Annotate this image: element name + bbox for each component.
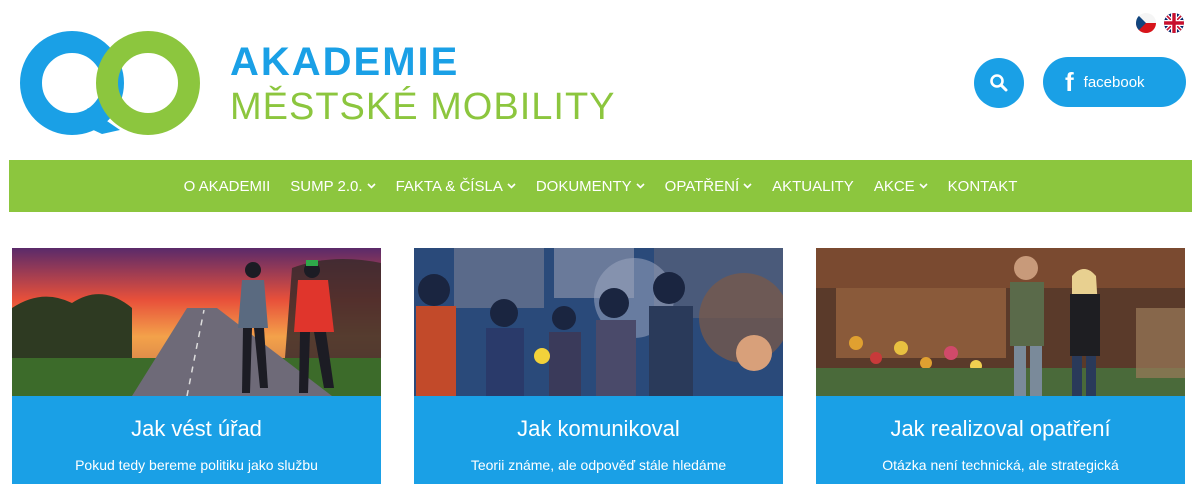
- brand-subtitle: MĚSTSKÉ MOBILITY: [230, 86, 616, 128]
- chevron-down-icon: [743, 183, 752, 189]
- nav-item-kontakt[interactable]: KONTAKT: [948, 178, 1018, 195]
- card-caption: Jak realizoval opatření Otázka není tech…: [816, 396, 1185, 484]
- card-jak-vest-urad[interactable]: Jak vést úřad Pokud tedy bereme politiku…: [12, 248, 381, 484]
- card-jak-komunikoval[interactable]: Jak komunikoval Teorii známe, ale odpově…: [414, 248, 783, 484]
- nav-item-akce[interactable]: AKCE: [874, 178, 928, 195]
- logo[interactable]: [18, 30, 208, 136]
- facebook-button[interactable]: f facebook: [1043, 57, 1186, 107]
- chevron-down-icon: [366, 183, 376, 189]
- card-caption: Jak komunikoval Teorii známe, ale odpově…: [414, 396, 783, 484]
- card-title: Jak vést úřad: [131, 416, 262, 441]
- brand-title: AKADEMIE: [230, 40, 460, 84]
- nav-item-label: DOKUMENTY: [535, 177, 632, 195]
- nav-item-sump[interactable]: SUMP 2.0.: [290, 177, 376, 195]
- nav-item-label: KONTAKT: [947, 177, 1018, 195]
- card-jak-realizoval-opatreni[interactable]: Jak realizoval opatření Otázka není tech…: [816, 248, 1185, 484]
- chevron-down-icon: [636, 183, 645, 189]
- card-title: Jak realizoval opatření: [890, 416, 1111, 441]
- nav-item-opatreni[interactable]: OPATŘENÍ: [665, 178, 752, 195]
- cz-flag-icon[interactable]: [1136, 13, 1156, 33]
- nav-item-label: AKCE: [873, 177, 915, 195]
- card-photo-runners: [12, 248, 381, 396]
- card-photo-crowd: [414, 248, 783, 396]
- card-subtitle: Teorii známe, ale odpověď stále hledáme: [470, 457, 727, 473]
- nav-item-dokumenty[interactable]: DOKUMENTY: [536, 178, 645, 195]
- nav-item-label: FAKTA & ČÍSLA: [395, 177, 503, 195]
- nav-item-aktuality[interactable]: AKTUALITY: [772, 178, 854, 195]
- card-title: Jak komunikoval: [517, 416, 680, 441]
- search-button[interactable]: [974, 58, 1024, 108]
- nav-item-label: OPATŘENÍ: [664, 177, 740, 195]
- card-caption: Jak vést úřad Pokud tedy bereme politiku…: [12, 396, 381, 484]
- search-icon: [990, 74, 1008, 92]
- nav-item-fakta-cisla[interactable]: FAKTA & ČÍSLA: [396, 178, 516, 195]
- nav-item-o-akademii[interactable]: O AKADEMII: [184, 178, 271, 195]
- card-subtitle: Otázka není technická, ale strategická: [882, 457, 1119, 473]
- facebook-icon: f: [1065, 67, 1074, 97]
- card-photo-market: [816, 248, 1185, 396]
- card-subtitle: Pokud tedy bereme politiku jako službu: [75, 457, 318, 473]
- chevron-down-icon: [919, 183, 928, 189]
- nav-item-label: O AKADEMII: [183, 177, 271, 195]
- nav-item-label: SUMP 2.0.: [290, 177, 363, 195]
- main-nav: O AKADEMII SUMP 2.0. FAKTA & ČÍSLA DOKUM…: [9, 160, 1192, 212]
- chevron-down-icon: [507, 183, 516, 189]
- uk-flag-icon[interactable]: [1164, 13, 1184, 33]
- facebook-label: facebook: [1083, 73, 1145, 91]
- nav-item-label: AKTUALITY: [772, 177, 854, 195]
